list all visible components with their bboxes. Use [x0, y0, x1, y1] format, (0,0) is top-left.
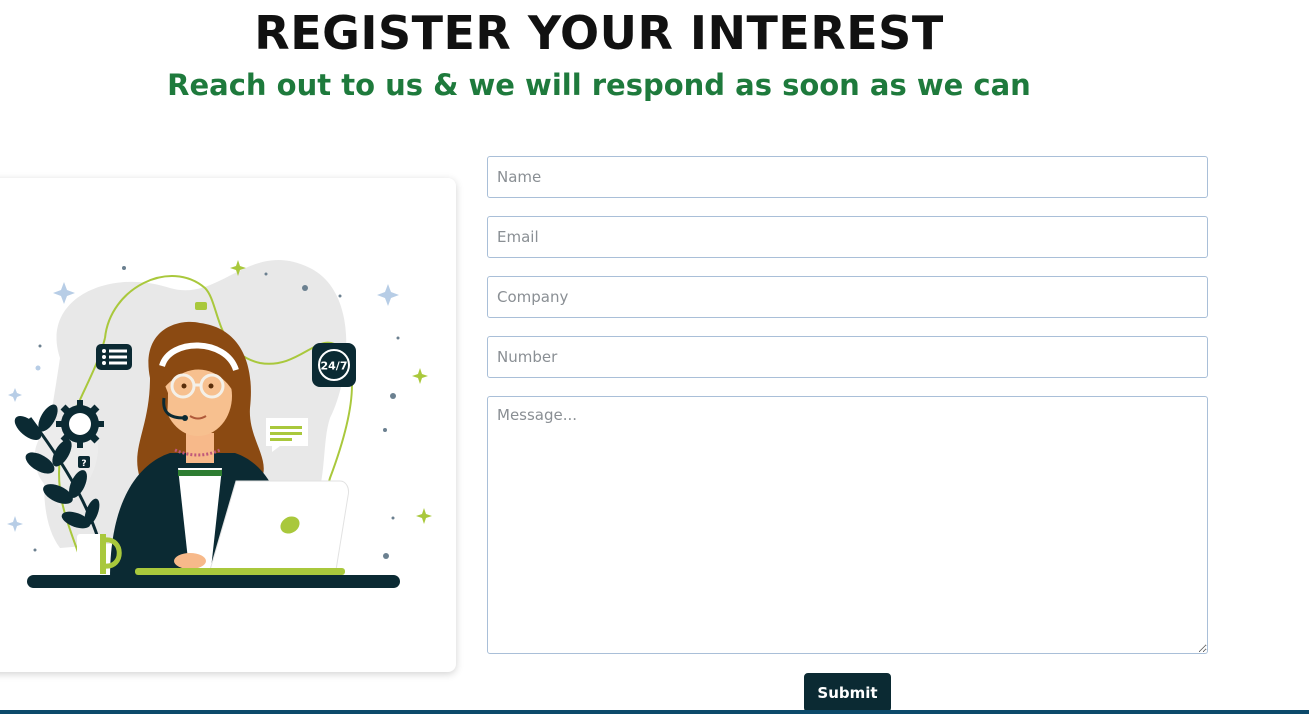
mini-chat-icon — [195, 302, 207, 310]
support-agent-illustration: 24/7 ? — [7, 259, 432, 588]
page-title: REGISTER YOUR INTEREST — [254, 6, 944, 60]
submit-button[interactable]: Submit — [804, 673, 891, 712]
company-field[interactable] — [487, 276, 1208, 318]
name-field[interactable] — [487, 156, 1208, 198]
svg-text:24/7: 24/7 — [321, 360, 348, 373]
help-icon: ? — [78, 456, 90, 469]
email-field[interactable] — [487, 216, 1208, 258]
number-field[interactable] — [487, 336, 1208, 378]
footer-bar — [0, 710, 1309, 714]
list-icon — [96, 344, 132, 370]
illustration-card: 24/7 ? — [0, 178, 456, 672]
svg-text:?: ? — [81, 459, 86, 469]
page-subtitle: Reach out to us & we will respond as soo… — [167, 68, 1031, 102]
message-field[interactable] — [487, 396, 1208, 654]
gear-icon — [56, 400, 104, 448]
desk — [27, 575, 400, 588]
clock-24-7-icon: 24/7 — [312, 343, 356, 387]
